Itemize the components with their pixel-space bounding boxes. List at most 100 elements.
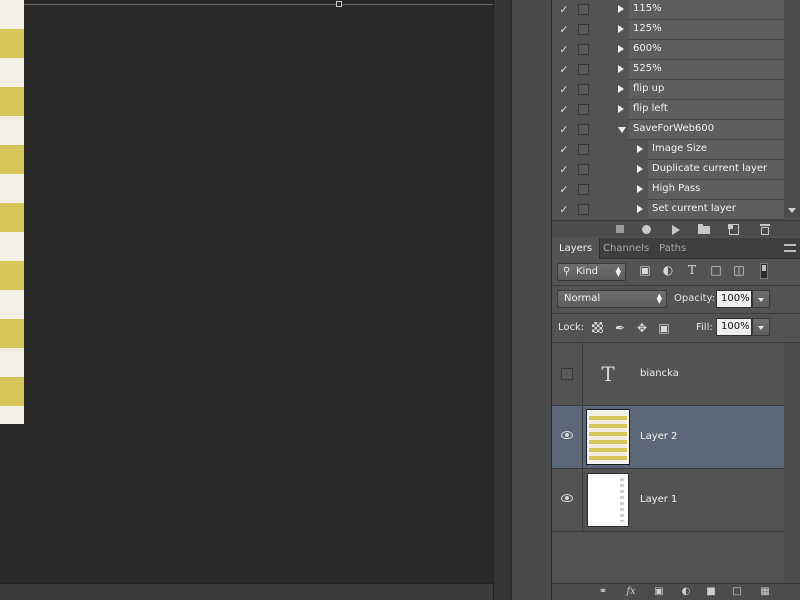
action-row[interactable]: ✓ Duplicate current layer xyxy=(552,160,784,180)
lock-all-padlock-icon[interactable]: ▣ xyxy=(657,321,671,335)
layer-name[interactable]: Layer 1 xyxy=(640,494,677,505)
dialog-toggle-box[interactable] xyxy=(578,124,589,135)
check-icon[interactable]: ✓ xyxy=(556,122,572,138)
dialog-toggle-box[interactable] xyxy=(578,4,589,15)
layers-scrollbar[interactable] xyxy=(784,343,800,583)
transform-handle-top[interactable] xyxy=(336,1,342,7)
adjustment-layer-filter-icon[interactable]: ◐ xyxy=(661,263,675,277)
lock-position-move-icon[interactable]: ✥ xyxy=(635,321,649,335)
dialog-toggle-box[interactable] xyxy=(578,204,589,215)
triangle-right-icon[interactable] xyxy=(618,85,624,93)
dialog-toggle-box[interactable] xyxy=(578,24,589,35)
filter-kind-label: Kind xyxy=(576,266,599,277)
dialog-toggle-box[interactable] xyxy=(578,104,589,115)
action-row[interactable]: ✓ SaveForWeb600 xyxy=(552,120,784,140)
dialog-toggle-box[interactable] xyxy=(578,144,589,155)
document-canvas[interactable] xyxy=(0,0,493,583)
new-action-icon[interactable] xyxy=(728,224,740,235)
shape-layer-filter-icon[interactable]: □ xyxy=(709,263,723,277)
check-icon[interactable]: ✓ xyxy=(556,162,572,178)
action-row[interactable]: ✓ 600% xyxy=(552,40,784,60)
action-row[interactable]: ✓ 115% xyxy=(552,0,784,20)
actions-scrollbar[interactable] xyxy=(784,0,800,218)
layer-row-layer-1[interactable]: Layer 1 xyxy=(552,469,784,532)
triangle-right-icon[interactable] xyxy=(618,5,624,13)
folder-icon[interactable] xyxy=(698,224,710,235)
scroll-down-arrow-icon[interactable] xyxy=(788,208,796,213)
layer-name[interactable]: biancka xyxy=(640,368,679,379)
action-row[interactable]: ✓ Image Size xyxy=(552,140,784,160)
layer-effects-fx-icon[interactable]: fx xyxy=(624,586,638,598)
actions-panel: ✓ 115% ✓ 125% ✓ 600% ✓ 525% ✓ flip up ✓ flip left ✓ S… xyxy=(552,0,800,237)
adjustment-layer-icon[interactable]: ◐ xyxy=(679,586,693,598)
action-row[interactable]: ✓ 125% xyxy=(552,20,784,40)
triangle-right-icon[interactable] xyxy=(637,165,643,173)
record-icon[interactable] xyxy=(641,224,653,235)
type-layer-filter-icon[interactable]: T xyxy=(685,263,699,277)
lock-transparent-pixels-icon[interactable] xyxy=(591,321,605,335)
action-row[interactable]: ✓ flip up xyxy=(552,80,784,100)
triangle-right-icon[interactable] xyxy=(637,205,643,213)
add-mask-icon[interactable]: ▣ xyxy=(652,586,666,598)
canvas-vertical-scrollbar[interactable] xyxy=(493,0,511,600)
layer-visibility-toggle[interactable] xyxy=(552,343,583,405)
check-icon[interactable]: ✓ xyxy=(556,102,572,118)
filter-toggle-switch[interactable] xyxy=(760,263,768,279)
dialog-toggle-box[interactable] xyxy=(578,184,589,195)
triangle-down-icon[interactable] xyxy=(618,127,626,133)
layer-row-layer-2[interactable]: Layer 2 xyxy=(552,406,784,469)
opacity-input[interactable]: 100% xyxy=(716,290,752,308)
check-icon[interactable]: ✓ xyxy=(556,42,572,58)
layer-visibility-toggle[interactable] xyxy=(552,406,583,468)
check-icon[interactable]: ✓ xyxy=(556,202,572,218)
action-label: Set current layer xyxy=(652,203,736,214)
dialog-toggle-box[interactable] xyxy=(578,84,589,95)
play-icon[interactable] xyxy=(669,224,681,235)
dialog-toggle-box[interactable] xyxy=(578,44,589,55)
document-image-striped[interactable] xyxy=(0,0,24,424)
layers-list: T biancka Layer 2 Layer 1 xyxy=(552,343,800,583)
layer-visibility-toggle[interactable] xyxy=(552,469,583,531)
delete-layer-trash-icon[interactable]: ▦ xyxy=(758,586,772,598)
filter-kind-select[interactable]: ⚲ Kind ▲ ▼ xyxy=(557,263,626,281)
new-layer-icon[interactable]: □ xyxy=(730,586,744,598)
layer-row-biancka[interactable]: T biancka xyxy=(552,343,784,406)
layer-name[interactable]: Layer 2 xyxy=(640,431,677,442)
panel-menu-icon[interactable] xyxy=(784,244,796,252)
check-icon[interactable]: ✓ xyxy=(556,62,572,78)
triangle-right-icon[interactable] xyxy=(637,185,643,193)
tab-channels[interactable]: Channels xyxy=(596,238,656,259)
trash-icon[interactable] xyxy=(759,224,771,235)
type-layer-thumbnail-icon: T xyxy=(601,362,615,386)
lock-image-pixels-brush-icon[interactable]: ✒ xyxy=(613,321,627,335)
canvas-horizontal-scrollbar[interactable] xyxy=(0,583,493,600)
dialog-toggle-box[interactable] xyxy=(578,164,589,175)
triangle-right-icon[interactable] xyxy=(618,105,624,113)
dialog-toggle-box[interactable] xyxy=(578,64,589,75)
fill-dropdown-button[interactable] xyxy=(752,318,770,336)
fill-input[interactable]: 100% xyxy=(716,318,752,336)
check-icon[interactable]: ✓ xyxy=(556,182,572,198)
action-row[interactable]: ✓ flip left xyxy=(552,100,784,120)
check-icon[interactable]: ✓ xyxy=(556,142,572,158)
search-icon: ⚲ xyxy=(563,266,571,277)
triangle-right-icon[interactable] xyxy=(618,25,624,33)
blend-mode-select[interactable]: Normal ▲ ▼ xyxy=(557,290,667,308)
new-group-folder-icon[interactable]: ■ xyxy=(704,586,718,598)
triangle-right-icon[interactable] xyxy=(618,65,624,73)
triangle-right-icon[interactable] xyxy=(637,145,643,153)
check-icon[interactable]: ✓ xyxy=(556,2,572,18)
check-icon[interactable]: ✓ xyxy=(556,22,572,38)
opacity-dropdown-button[interactable] xyxy=(752,290,770,308)
action-row[interactable]: ✓ High Pass xyxy=(552,180,784,200)
tab-paths[interactable]: Paths xyxy=(652,238,693,259)
tab-layers[interactable]: Layers xyxy=(552,238,601,259)
triangle-right-icon[interactable] xyxy=(618,45,624,53)
check-icon[interactable]: ✓ xyxy=(556,82,572,98)
pixel-layer-filter-icon[interactable]: ▣ xyxy=(638,263,652,277)
action-row[interactable]: ✓ Set current layer xyxy=(552,200,784,220)
link-layers-icon[interactable]: ⚭ xyxy=(596,586,610,598)
smart-object-filter-icon[interactable]: ◫ xyxy=(732,263,746,277)
stop-icon[interactable] xyxy=(614,224,626,235)
action-row[interactable]: ✓ 525% xyxy=(552,60,784,80)
